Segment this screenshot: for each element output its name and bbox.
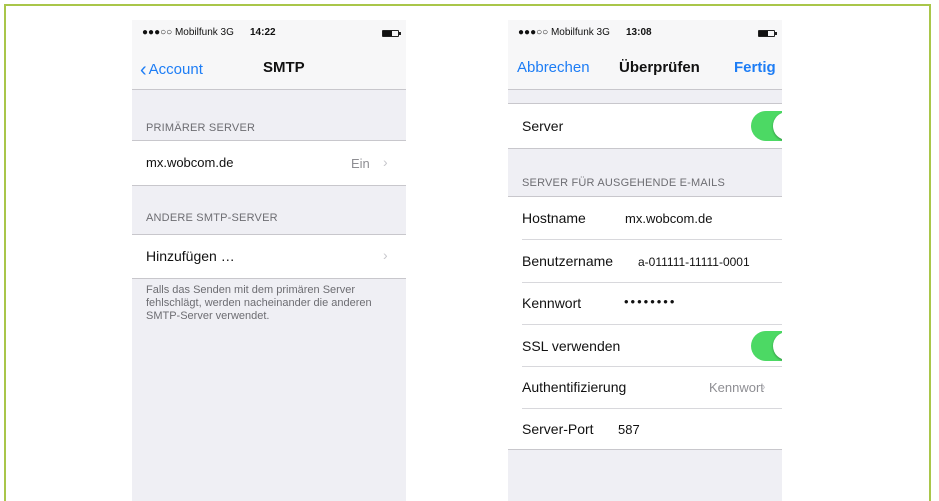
carrier-signal: ●●●○○ Mobilfunk 3G: [142, 27, 234, 38]
password-label: Kennwort: [522, 295, 582, 311]
divider: [522, 408, 782, 409]
username-field[interactable]: a-011111-11111-0001: [638, 255, 750, 269]
chevron-right-icon: ›: [761, 378, 766, 394]
server-row: Server: [508, 103, 782, 149]
hostname-label: Hostname: [522, 210, 586, 226]
ssl-label: SSL verwenden: [522, 338, 621, 354]
ssl-toggle[interactable]: [751, 331, 782, 361]
port-field[interactable]: 587: [618, 422, 640, 437]
back-button[interactable]: ‹ Account: [140, 59, 203, 82]
hostname-field[interactable]: mx.wobcom.de: [625, 211, 712, 226]
server-toggle[interactable]: [751, 111, 782, 141]
toggle-knob: [773, 332, 782, 360]
outgoing-settings-group: Hostname mx.wobcom.de Benutzername a-011…: [508, 196, 782, 450]
verify-screen: ●●●○○ Mobilfunk 3G 13:08 Abbrechen Überp…: [508, 20, 782, 501]
battery-icon: [382, 30, 401, 37]
other-servers-header: ANDERE SMTP-SERVER: [146, 212, 278, 224]
primary-server-state: Ein: [351, 156, 370, 171]
divider: [522, 282, 782, 283]
auth-row[interactable]: Authentifizierung Kennwort ›: [508, 367, 782, 409]
add-server-label: Hinzufügen …: [146, 248, 235, 264]
footer-note: Falls das Senden mit dem primären Server…: [146, 284, 372, 322]
nav-bar: Abbrechen Überprüfen Fertig: [508, 46, 782, 90]
smtp-screen: ●●●○○ Mobilfunk 3G 14:22 ‹ Account SMTP P…: [132, 20, 406, 501]
status-bar: ●●●○○ Mobilfunk 3G 13:08: [508, 20, 782, 46]
primary-server-row[interactable]: mx.wobcom.de Ein ›: [132, 140, 406, 186]
back-label: Account: [148, 61, 203, 78]
divider: [522, 239, 782, 240]
chevron-right-icon: ›: [383, 247, 388, 263]
auth-value: Kennwort: [709, 380, 764, 395]
password-field[interactable]: ••••••••: [624, 294, 676, 309]
add-server-row[interactable]: Hinzufügen … ›: [132, 234, 406, 279]
page-title: Überprüfen: [619, 59, 700, 76]
cancel-button[interactable]: Abbrechen: [517, 59, 590, 76]
status-time: 14:22: [250, 27, 276, 38]
nav-bar: ‹ Account SMTP: [132, 46, 406, 90]
chevron-right-icon: ›: [383, 154, 388, 170]
status-bar: ●●●○○ Mobilfunk 3G 14:22: [132, 20, 406, 46]
primary-server-header: PRIMÄRER SERVER: [146, 122, 256, 134]
toggle-knob: [773, 112, 782, 140]
chevron-left-icon: ‹: [140, 59, 147, 81]
status-time: 13:08: [626, 27, 652, 38]
divider: [522, 324, 782, 325]
username-label: Benutzername: [522, 253, 614, 269]
primary-server-name: mx.wobcom.de: [146, 155, 234, 170]
carrier-signal: ●●●○○ Mobilfunk 3G: [518, 27, 610, 38]
auth-label: Authentifizierung: [522, 379, 627, 395]
battery-icon: [758, 30, 777, 37]
server-label: Server: [522, 118, 564, 134]
page-title: SMTP: [263, 59, 305, 76]
port-label: Server-Port: [522, 421, 594, 437]
done-button[interactable]: Fertig: [734, 59, 776, 76]
outgoing-section-header: SERVER FÜR AUSGEHENDE E-MAILS: [522, 177, 726, 189]
